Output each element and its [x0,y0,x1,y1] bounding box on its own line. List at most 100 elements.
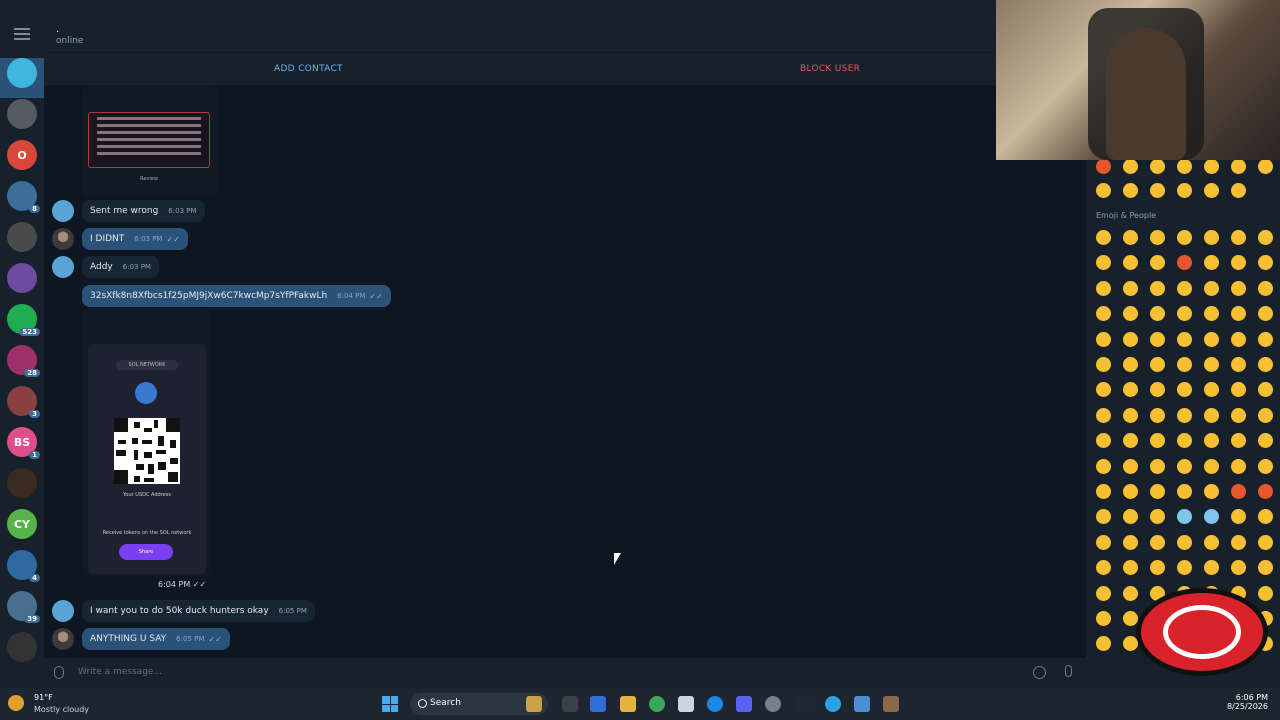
emoji-icon[interactable] [1033,666,1046,679]
chat-avatar[interactable]: 28 [7,345,40,377]
taskbar-clock[interactable]: 6:06 PM 8/25/2026 [1227,693,1268,711]
emoji-icon[interactable] [1096,183,1111,198]
emoji-icon[interactable] [1123,382,1138,398]
emoji-icon[interactable] [1096,357,1111,372]
emoji-icon[interactable] [1123,306,1138,322]
emoji-icon[interactable] [1258,433,1273,449]
emoji-icon[interactable] [1123,534,1138,550]
emoji-icon[interactable] [1177,433,1192,449]
chat-avatar[interactable] [7,632,37,662]
chat-avatar[interactable]: 4 [7,550,40,582]
chat-avatar[interactable]: BS 1 [7,427,40,459]
chat-avatar[interactable]: O [7,140,37,170]
chat-title[interactable]: . [56,24,59,35]
chat-avatar[interactable] [7,263,37,293]
emoji-icon[interactable] [1258,280,1273,296]
emoji-icon[interactable] [1123,560,1138,576]
emoji-icon[interactable] [1096,407,1111,423]
emoji-icon[interactable] [1177,458,1192,474]
emoji-icon[interactable] [1177,357,1192,372]
emoji-icon[interactable] [1150,159,1165,174]
emoji-icon[interactable] [1177,534,1192,550]
emoji-icon[interactable] [1258,255,1273,271]
emoji-icon[interactable] [1231,433,1246,449]
emoji-icon[interactable] [1177,560,1192,576]
store-icon[interactable] [678,696,694,712]
chat-avatar[interactable]: 3 [7,386,40,418]
sender-avatar[interactable] [52,200,74,222]
emoji-icon[interactable] [1096,306,1111,322]
emoji-icon[interactable] [1204,255,1219,271]
incoming-message[interactable]: Sent me wrong 6:03 PM [82,200,205,222]
emoji-icon[interactable] [1123,433,1138,449]
emoji-icon[interactable] [1258,230,1273,245]
chat-avatar[interactable] [7,58,37,88]
outgoing-message[interactable]: 32sXfk8n8Xfbcs1f25pMJ9jXw6C7kwcMp7sYfPFa… [82,285,391,307]
emoji-icon[interactable] [1204,458,1219,474]
chat-avatar[interactable]: 523 [7,304,40,336]
emoji-icon[interactable] [1231,357,1246,372]
discord-icon[interactable] [736,696,752,712]
emoji-icon[interactable] [1204,331,1219,347]
emoji-icon[interactable] [1123,484,1138,499]
emoji-icon[interactable] [1258,159,1273,174]
emoji-icon[interactable] [1096,484,1111,499]
emoji-icon[interactable] [1150,306,1165,322]
attach-icon[interactable] [54,666,64,679]
emoji-icon[interactable] [1096,433,1111,449]
emoji-icon[interactable] [1123,611,1138,626]
sender-avatar[interactable] [52,228,74,250]
emoji-icon[interactable] [1231,484,1246,499]
emoji-icon[interactable] [1231,509,1246,525]
emoji-icon[interactable] [1231,280,1246,296]
emoji-icon[interactable] [1150,458,1165,474]
emoji-icon[interactable] [1123,159,1138,174]
emoji-icon[interactable] [1177,230,1192,245]
emoji-icon[interactable] [1204,560,1219,576]
emoji-icon[interactable] [1231,230,1246,245]
chat-avatar[interactable] [7,99,37,129]
emoji-icon[interactable] [1150,255,1165,271]
sender-avatar[interactable] [52,600,74,622]
emoji-icon[interactable] [1096,636,1111,652]
emoji-icon[interactable] [1204,159,1219,174]
windows-start-icon[interactable] [382,696,398,712]
emoji-icon[interactable] [1231,560,1246,576]
emoji-icon[interactable] [1231,534,1246,550]
sender-avatar[interactable] [52,628,74,650]
microphone-icon[interactable] [1065,665,1072,677]
taskbar-widget-icon[interactable] [526,696,542,712]
emoji-icon[interactable] [1150,331,1165,347]
emoji-icon[interactable] [1177,509,1192,525]
emoji-icon[interactable] [1150,407,1165,423]
emoji-icon[interactable] [1231,255,1246,271]
emoji-icon[interactable] [1177,306,1192,322]
emoji-icon[interactable] [1204,484,1219,499]
emoji-icon[interactable] [1150,560,1165,576]
emoji-icon[interactable] [1231,458,1246,474]
emoji-icon[interactable] [1231,183,1246,198]
emoji-icon[interactable] [1204,382,1219,398]
app-icon[interactable] [854,696,870,712]
emoji-icon[interactable] [1231,407,1246,423]
emoji-icon[interactable] [1150,433,1165,449]
emoji-icon[interactable] [1096,230,1111,245]
emoji-icon[interactable] [1231,306,1246,322]
emoji-icon[interactable] [1123,357,1138,372]
emoji-icon[interactable] [1258,560,1273,576]
emoji-icon[interactable] [1123,255,1138,271]
emoji-icon[interactable] [1177,159,1192,174]
emoji-icon[interactable] [1096,560,1111,576]
chrome-icon[interactable] [649,696,665,712]
add-contact-button[interactable]: ADD CONTACT [274,64,343,74]
emoji-icon[interactable] [1204,230,1219,245]
emoji-icon[interactable] [1123,509,1138,525]
emoji-icon[interactable] [1177,484,1192,499]
emoji-icon[interactable] [1123,183,1138,198]
emoji-icon[interactable] [1096,509,1111,525]
emoji-icon[interactable] [1150,230,1165,245]
emoji-icon[interactable] [1258,331,1273,347]
copilot-icon[interactable] [590,696,606,712]
emoji-icon[interactable] [1231,382,1246,398]
task-view-icon[interactable] [562,696,578,712]
